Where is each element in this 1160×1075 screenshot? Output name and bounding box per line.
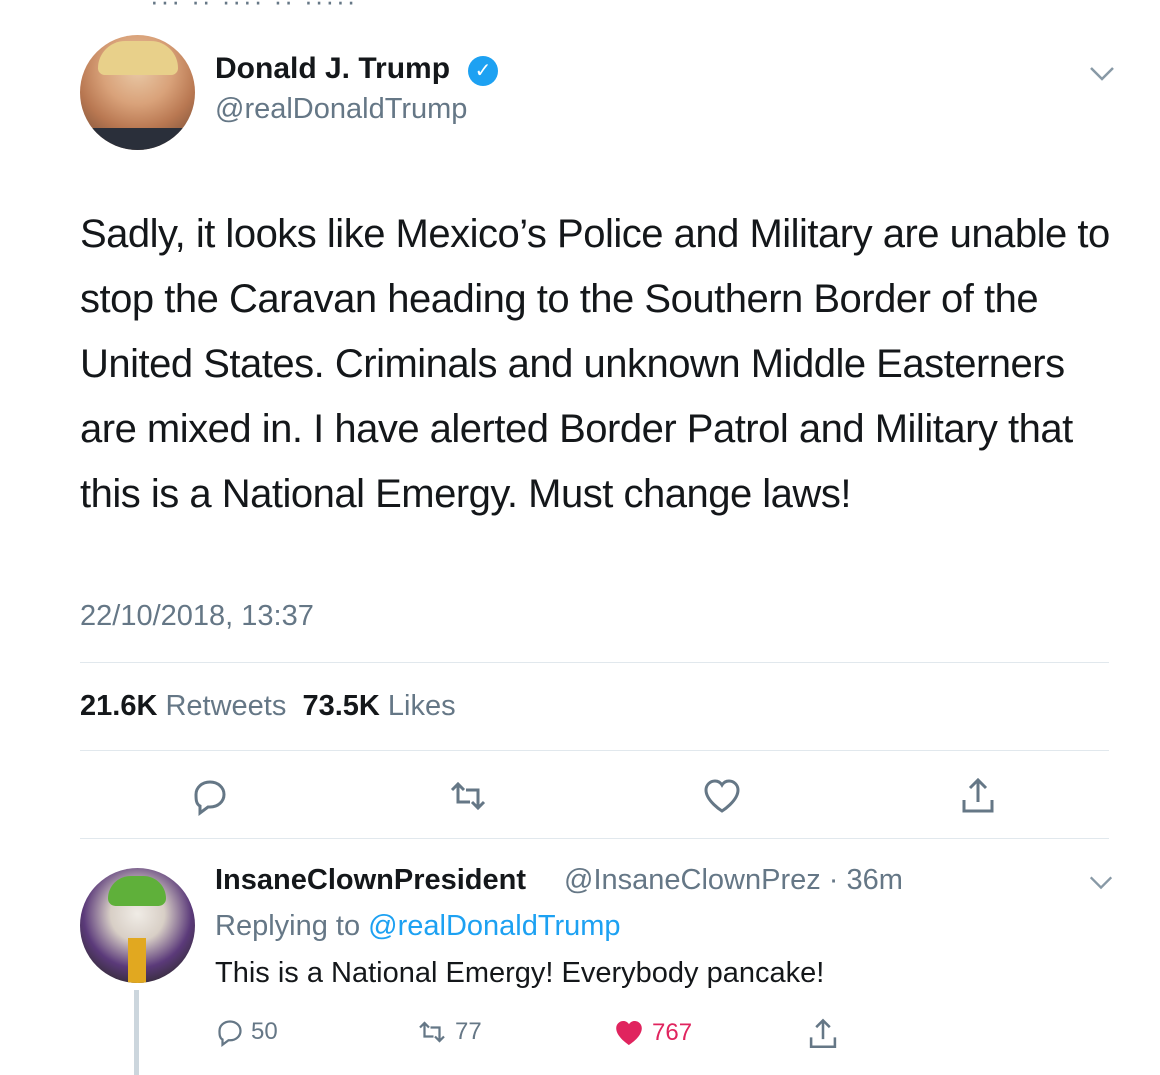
chevron-down-icon[interactable]	[1087, 868, 1115, 896]
share-icon	[809, 1018, 837, 1049]
reply-text: This is a National Emergy! Everybody pan…	[215, 957, 825, 989]
author-avatar[interactable]	[80, 35, 195, 150]
like-label[interactable]: Likes	[388, 690, 456, 722]
reply-icon	[218, 1020, 242, 1047]
divider	[80, 750, 1109, 751]
reply-share-button[interactable]	[806, 1017, 846, 1051]
divider	[80, 662, 1109, 663]
engagement-stats: 21.6K Retweets 73.5K Likes	[80, 690, 456, 723]
chevron-down-icon[interactable]	[1087, 58, 1117, 88]
reply-like-count: 767	[652, 1019, 693, 1046]
reply-author-name[interactable]: InsaneClownPresident	[215, 864, 526, 897]
reply-retweet-button[interactable]: 77	[415, 1017, 482, 1047]
cut-off-header-text: ··· ·· ···· ·· ·····	[150, 0, 358, 16]
author-handle[interactable]: @realDonaldTrump	[215, 93, 467, 126]
reply-reply-count: 50	[251, 1018, 278, 1045]
reply-reply-button[interactable]: 50	[215, 1017, 278, 1047]
retweet-icon[interactable]	[448, 776, 488, 816]
tweet-timestamp[interactable]: 22/10/2018, 13:37	[80, 600, 314, 633]
divider	[80, 838, 1109, 839]
author-name[interactable]: Donald J. Trump	[215, 52, 450, 86]
thread-line	[134, 990, 139, 1075]
replying-to: Replying to @realDonaldTrump	[215, 910, 621, 943]
replying-to-prefix: Replying to	[215, 910, 361, 942]
reply-author-avatar[interactable]	[80, 868, 195, 983]
like-icon[interactable]	[702, 776, 742, 816]
replying-to-mention[interactable]: @realDonaldTrump	[368, 910, 620, 942]
retweet-count[interactable]: 21.6K	[80, 690, 157, 722]
retweet-label[interactable]: Retweets	[165, 690, 286, 722]
reply-icon[interactable]	[190, 776, 230, 816]
reply-like-button[interactable]: 767	[612, 1017, 692, 1049]
reply-author-handle-time[interactable]: @InsaneClownPrez · 36m	[564, 864, 903, 897]
retweet-icon	[419, 1021, 445, 1043]
reply-retweet-count: 77	[455, 1018, 482, 1045]
like-count[interactable]: 73.5K	[302, 690, 379, 722]
like-icon	[616, 1021, 642, 1045]
verified-badge-icon: ✓	[468, 56, 498, 86]
tweet-text: Sadly, it looks like Mexico’s Police and…	[80, 212, 1110, 516]
share-icon[interactable]	[958, 776, 998, 816]
